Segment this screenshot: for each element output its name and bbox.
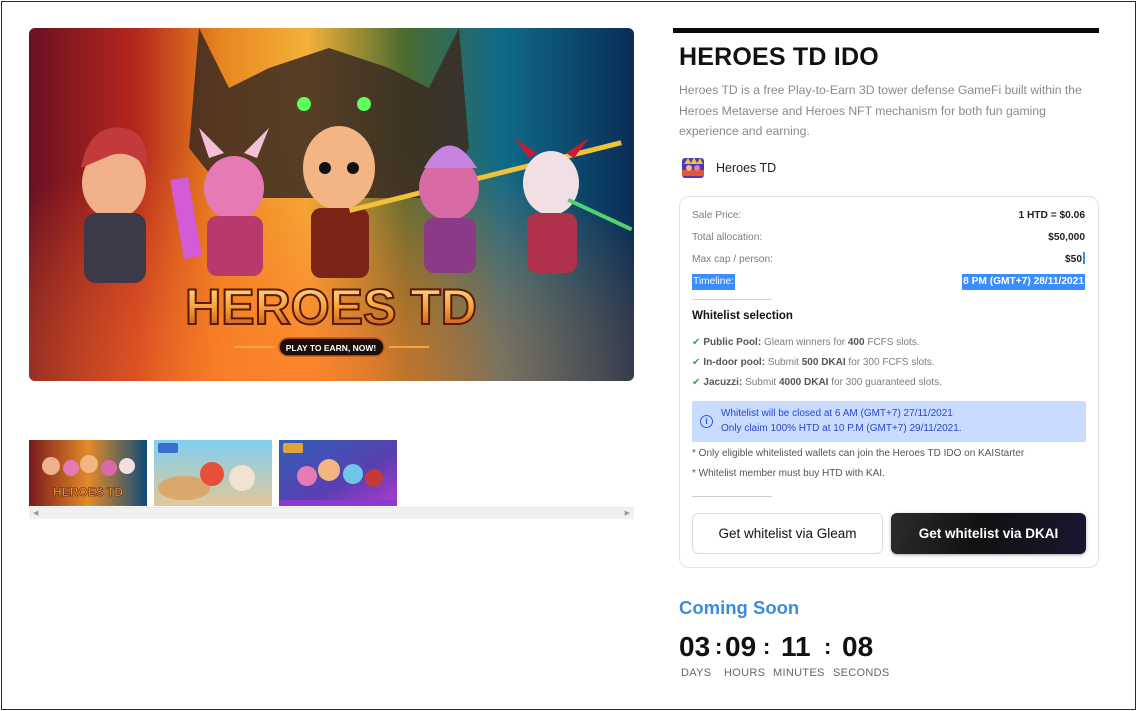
- project-name: Heroes TD: [716, 161, 777, 175]
- sale-price-row: Sale Price: 1 HTD = $0.06: [692, 208, 1085, 224]
- info-icon: i: [700, 415, 713, 428]
- countdown-minutes-label: MINUTES: [773, 667, 825, 679]
- thumbnail-2[interactable]: [154, 440, 272, 506]
- sale-price-value: 1 HTD = $0.06: [1018, 210, 1085, 221]
- check-icon: ✔: [692, 337, 701, 348]
- section-divider-top: [692, 299, 772, 300]
- section-divider-bottom: [692, 496, 772, 497]
- thumbnail-strip: HEROES TD: [29, 440, 634, 508]
- project-description: Heroes TD is a free Play-to-Earn 3D towe…: [679, 83, 1082, 139]
- countdown-separator: :: [763, 634, 771, 659]
- countdown-days-label: DAYS: [681, 667, 712, 679]
- info-close-time: Whitelist will be closed at 6 AM (GMT+7)…: [721, 408, 953, 419]
- scroll-left-icon[interactable]: ◀: [33, 510, 38, 518]
- timeline-row: Timeline: 8 PM (GMT+7) 28/11/2021: [692, 274, 1085, 290]
- page-title: HEROES TD IDO: [679, 43, 879, 71]
- hero-character-1: [81, 127, 148, 283]
- countdown-seconds-label: SECONDS: [833, 667, 890, 679]
- hero-character-4: [419, 145, 479, 273]
- hero-logo-text: HEROES TD: [185, 279, 477, 335]
- sale-info-card: Sale Price: 1 HTD = $0.06 Total allocati…: [679, 196, 1099, 568]
- hero-cta-text: PLAY TO EARN, NOW!: [286, 343, 377, 353]
- max-cap-row: Max cap / person: $50: [692, 252, 1085, 268]
- thumbnail-1[interactable]: HEROES TD: [29, 440, 147, 506]
- whitelist-dkai-button[interactable]: Get whitelist via DKAI: [891, 513, 1086, 554]
- payment-note: * Whitelist member must buy HTD with KAI…: [692, 468, 885, 479]
- info-claim-time: Only claim 100% HTD at 10 P.M (GMT+7) 29…: [721, 423, 962, 434]
- project-identity: Heroes TD: [679, 153, 776, 183]
- pool-public: ✔ Public Pool: Gleam winners for 400 FCFS…: [692, 337, 920, 348]
- timeline-value: 8 PM (GMT+7) 28/11/2021: [962, 274, 1085, 290]
- check-icon: ✔: [692, 357, 701, 368]
- thumbnail-logo-text: HEROES TD: [53, 485, 123, 499]
- hero-banner-image[interactable]: HEROES TD PLAY TO EARN, NOW!: [29, 28, 634, 381]
- total-allocation-label: Total allocation:: [692, 232, 763, 243]
- whitelist-title: Whitelist selection: [692, 310, 793, 322]
- max-cap-value: $50: [1065, 254, 1082, 265]
- timeline-label: Timeline:: [692, 274, 735, 290]
- sale-status: Coming Soon: [679, 597, 800, 618]
- pool-jacuzzi: ✔ Jacuzzi: Submit 4000 DKAI for 300 guara…: [692, 377, 942, 388]
- check-icon: ✔: [692, 377, 701, 388]
- text-selection-caret: [1083, 252, 1085, 264]
- sale-price-label: Sale Price:: [692, 210, 742, 221]
- countdown-separator: :: [715, 634, 723, 659]
- pool-indoor: ✔ In-door pool: Submit 500 DKAI for 300 F…: [692, 357, 935, 368]
- title-accent-bar: [673, 28, 1099, 33]
- thumbnail-3[interactable]: [279, 440, 397, 506]
- heroes-td-logo-icon: [679, 154, 707, 182]
- countdown-seconds: 08: [842, 631, 874, 662]
- max-cap-value-wrap: $50: [1065, 252, 1085, 268]
- max-cap-label: Max cap / person:: [692, 254, 773, 265]
- eligibility-note: * Only eligible whitelisted wallets can …: [692, 448, 1025, 459]
- total-allocation-row: Total allocation: $50,000: [692, 230, 1085, 246]
- whitelist-gleam-button[interactable]: Get whitelist via Gleam: [692, 513, 883, 554]
- countdown-hours: 09: [725, 631, 757, 662]
- countdown-days: 03: [679, 631, 711, 662]
- countdown-hours-label: HOURS: [724, 667, 766, 679]
- whitelist-info-alert: i Whitelist will be closed at 6 AM (GMT+…: [692, 401, 1086, 442]
- thumbnail-scrollbar[interactable]: ◀ ▶: [29, 507, 634, 519]
- total-allocation-value: $50,000: [1048, 232, 1085, 243]
- countdown-separator: :: [824, 634, 832, 659]
- countdown-minutes: 11: [781, 631, 811, 662]
- scroll-right-icon[interactable]: ▶: [625, 510, 630, 518]
